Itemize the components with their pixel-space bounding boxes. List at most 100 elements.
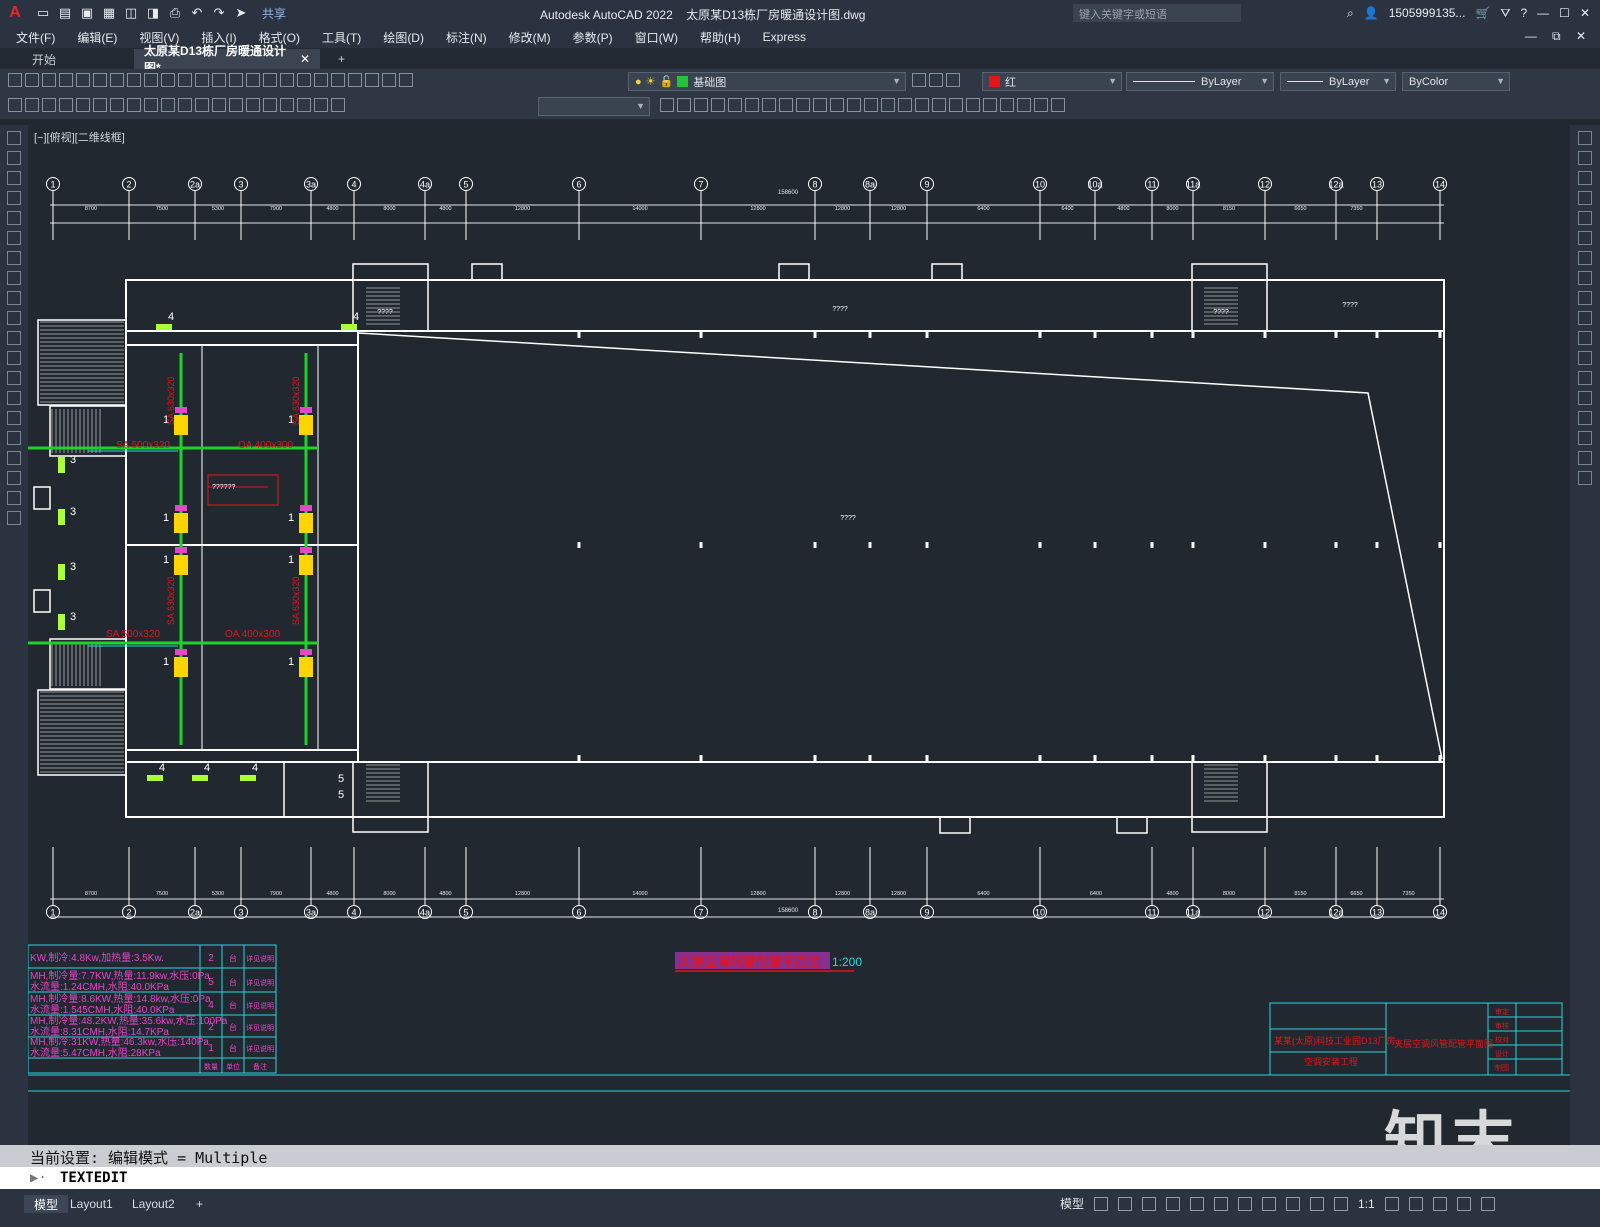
fullscreen-icon[interactable] [1456,1196,1471,1211]
dim-edit-icon[interactable] [297,98,311,112]
redo-icon[interactable]: ↷ [210,4,228,22]
new-icon[interactable]: ▭ [34,4,52,22]
dimstyle-dropdown[interactable]: ▼ [538,97,650,116]
offset-icon[interactable] [1578,191,1592,205]
maximize-icon[interactable]: ☐ [1559,6,1570,20]
design-center-icon[interactable] [297,73,311,87]
pan-icon[interactable] [229,73,243,87]
rectangle-icon[interactable] [7,211,21,225]
hatch-icon[interactable] [7,411,21,425]
jog-line-icon[interactable] [280,98,294,112]
join-icon[interactable] [1578,391,1592,405]
trim-icon[interactable] [813,98,827,112]
search-input[interactable]: 键入关键字或短语 [1073,4,1241,22]
menu-parametric[interactable]: 参数(P) [573,29,613,46]
break-icon[interactable] [847,98,861,112]
make-current-icon[interactable] [912,73,926,87]
annotation-scale[interactable]: 1:1 [1358,1197,1375,1211]
plot-icon[interactable] [59,73,73,87]
undo-icon[interactable] [195,73,209,87]
revcloud-icon[interactable] [7,271,21,285]
block-icon[interactable] [178,73,192,87]
draworder-icon[interactable] [966,98,980,112]
blend-icon[interactable] [1578,451,1592,465]
dim-arc-icon[interactable] [42,98,56,112]
add-layout-button[interactable]: + [186,1195,213,1213]
circle-icon[interactable] [7,251,21,265]
polygon-icon[interactable] [7,191,21,205]
a360-icon[interactable]: ⛛ [1500,6,1510,21]
scale-icon[interactable] [779,98,793,112]
erase-icon[interactable] [1578,131,1592,145]
web-open-icon[interactable]: ◫ [122,4,140,22]
model-space-button[interactable]: 模型 [1060,1195,1084,1212]
join-icon[interactable] [864,98,878,112]
properties-icon[interactable] [280,73,294,87]
copy-icon[interactable] [1578,151,1592,165]
save-icon[interactable] [42,73,56,87]
command-input[interactable]: TEXTEDIT [60,1170,127,1186]
extend-icon[interactable] [1578,331,1592,345]
cart-icon[interactable]: 🛒 [1475,6,1490,20]
polar-icon[interactable] [1166,1196,1181,1211]
isolate-icon[interactable] [1432,1196,1447,1211]
open-icon[interactable]: ▤ [56,4,74,22]
tab-close-icon[interactable]: ✕ [300,52,310,66]
search-icon[interactable]: ⌕ [1347,6,1354,21]
osnap-tracking-icon[interactable] [1214,1196,1229,1211]
zoom-icon[interactable] [246,73,260,87]
dim-angular-icon[interactable] [127,98,141,112]
new-tab-button[interactable]: + [328,49,355,69]
layer-states-icon[interactable] [946,73,960,87]
menu-tools[interactable]: 工具(T) [322,29,361,46]
inspect-icon[interactable] [263,98,277,112]
calculator-icon[interactable] [365,73,379,87]
dim-diameter-icon[interactable] [110,98,124,112]
move-icon[interactable] [745,98,759,112]
chamfer-icon[interactable] [1578,411,1592,425]
tab-layout1[interactable]: Layout1 [60,1195,123,1213]
layer-previous-icon[interactable] [929,73,943,87]
dim-ordinate-icon[interactable] [59,98,73,112]
draworder-back-icon[interactable] [983,98,997,112]
dim-update-icon[interactable] [331,98,345,112]
menu-dimension[interactable]: 标注(N) [446,29,487,46]
insert-block-icon[interactable] [7,351,21,365]
grid-icon[interactable] [1094,1196,1109,1211]
mirror-icon[interactable] [694,98,708,112]
dim-linear-icon[interactable] [8,98,22,112]
autoscale-icon[interactable] [1334,1196,1349,1211]
paste-icon[interactable] [144,73,158,87]
explode-icon[interactable] [1578,471,1592,485]
chamfer-icon[interactable] [881,98,895,112]
region-icon[interactable] [7,451,21,465]
menu-draw[interactable]: 绘图(D) [383,29,424,46]
menu-file[interactable]: 文件(F) [16,29,55,46]
transparency-icon[interactable] [1286,1196,1301,1211]
drawing-viewport[interactable]: [−][俯视][二维线框] 1 2 2a 3 3a 4 4a 5 6 7 8 8a 9 10 10a 11 11… [28,125,1570,1145]
mirror-icon[interactable] [1578,171,1592,185]
line-icon[interactable] [7,131,21,145]
tab-document[interactable]: 太原某D13栋厂房暖通设计图* ✕ [134,44,320,75]
extend-icon[interactable] [830,98,844,112]
layer-lock-icon[interactable]: 🔓 [660,75,674,88]
linetype-dropdown[interactable]: ByLayer ▼ [1126,72,1274,91]
layer-on-icon[interactable]: ● [635,76,642,88]
layer-manager-icon[interactable] [399,73,413,87]
point-icon[interactable] [7,391,21,405]
quick-dim-icon[interactable] [144,98,158,112]
dim-aligned-icon[interactable] [25,98,39,112]
rotate-icon[interactable] [1578,251,1592,265]
tab-start[interactable]: 开始 [22,49,132,69]
trim-icon[interactable] [1578,311,1592,325]
center-mark-icon[interactable] [246,98,260,112]
dim-space-icon[interactable] [195,98,209,112]
drawing-canvas[interactable]: 1 2 2a 3 3a 4 4a 5 6 7 8 8a 9 10 10a 11 11a 12 12a 13 148700… [28,125,1570,1145]
osnap-icon[interactable] [1238,1196,1253,1211]
copy-icon[interactable] [127,73,141,87]
annotation-visibility-icon[interactable] [1310,1196,1325,1211]
dim-break-icon[interactable] [212,98,226,112]
fillet-icon[interactable] [1578,431,1592,445]
menu-edit[interactable]: 编辑(E) [77,29,117,46]
tab-layout2[interactable]: Layout2 [122,1195,185,1213]
